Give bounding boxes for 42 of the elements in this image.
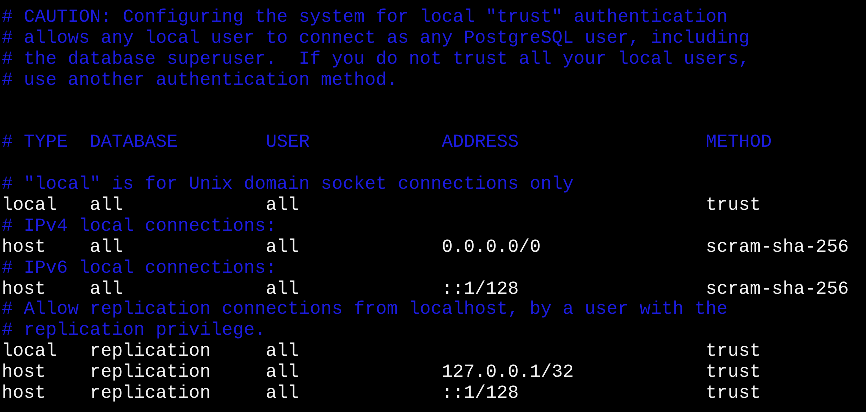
table-cell: all (266, 195, 299, 216)
table-cell: all (90, 195, 123, 216)
table-cell: host (2, 362, 46, 384)
column-header: METHOD (706, 132, 772, 154)
comment-line: # CAUTION: Configuring the system for local "trust" authentication (2, 7, 728, 28)
table-cell: all (90, 278, 123, 300)
table-cell: all (90, 236, 123, 258)
table-cell: scram-sha-256 (706, 236, 849, 258)
table-cell: trust (706, 383, 761, 404)
table-cell: all (266, 383, 299, 404)
comment-line: # "local" is for Unix domain socket connections only (2, 174, 574, 196)
table-cell: 0.0.0.0/0 (442, 236, 541, 258)
table-cell: all (266, 362, 299, 384)
table-cell: ::1/128 (442, 278, 519, 300)
column-header: ADDRESS (442, 132, 519, 154)
table-cell: replication (90, 362, 211, 384)
table-cell: local (2, 341, 57, 362)
table-cell: replication (90, 383, 211, 404)
table-cell: scram-sha-256 (706, 278, 849, 300)
comment-line: # allows any local user to connect as any PostgreSQL user, including (2, 28, 750, 49)
table-cell: host (2, 383, 46, 404)
table-cell: all (266, 341, 299, 362)
comment-line: # IPv6 local connections: (2, 258, 277, 279)
table-cell: trust (706, 341, 761, 362)
table-cell: replication (90, 341, 211, 362)
column-header: USER (266, 132, 310, 154)
table-cell: local (2, 195, 57, 216)
comment-line: # Allow replication connections from localhost, by a user with the (2, 299, 728, 320)
table-cell: 127.0.0.1/32 (442, 362, 574, 384)
table-cell: trust (706, 362, 761, 384)
table-cell: ::1/128 (442, 383, 519, 404)
comment-line: # the database superuser. If you do not trust all your local users, (2, 48, 750, 70)
table-cell: trust (706, 195, 761, 216)
comment-line: # use another authentication method. (2, 70, 398, 91)
table-cell: all (266, 278, 299, 300)
table-cell: all (266, 236, 299, 258)
table-cell: host (2, 278, 46, 300)
comment-line: # IPv4 local connections: (2, 216, 277, 237)
column-header: DATABASE (90, 132, 178, 154)
table-cell: host (2, 236, 46, 258)
comment-line: # replication privilege. (2, 320, 266, 342)
column-header: # TYPE (2, 132, 68, 154)
